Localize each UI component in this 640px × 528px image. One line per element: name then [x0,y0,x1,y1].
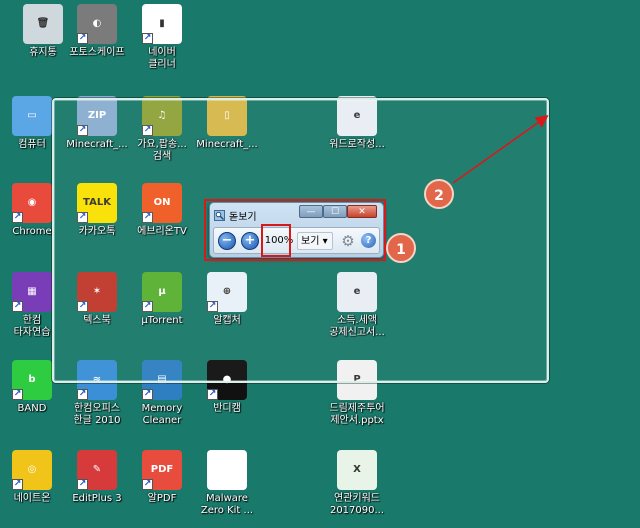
minimize-button[interactable]: — [299,205,323,218]
shortcut-arrow-icon: ↗ [12,212,23,223]
desktop-icon-alpdf[interactable]: PDF ↗ 알PDF [126,450,198,505]
gear-icon[interactable]: ⚙ [340,233,356,249]
magnifier-window[interactable]: 돋보기 — ☐ ✕ − + 100% 보기 ▾ ⚙ ? [209,202,384,258]
alpdf-icon: PDF ↗ [142,450,182,490]
desktop-icon-label: 연관키워드 2017090... [329,493,385,516]
shortcut-arrow-icon: ↗ [12,389,23,400]
desktop-icon-malware-zero[interactable]: Malware Zero Kit ... [191,450,263,517]
zoom-out-button[interactable]: − [218,232,236,250]
help-icon[interactable]: ? [361,233,376,248]
computer-icon: ▭ [12,96,52,136]
annotation-badge-2: 2 [424,179,454,209]
fotoscape-icon: ◐ ↗ [77,4,117,44]
desktop-icon-label: 반디캠 [213,403,241,414]
desktop-icon-label: 알PDF [147,493,177,504]
shortcut-arrow-icon: ↗ [77,389,88,400]
desktop-icon-editplus[interactable]: ✎ ↗ EditPlus 3 [61,450,133,505]
desktop-icon-label: Memory Cleaner [141,403,183,426]
band-icon: b ↗ [12,360,52,400]
desktop-icon-label: 네이트온 [13,493,51,504]
zoom-level-value: 100% [264,235,294,246]
keyword-xlsx-icon: X [337,450,377,490]
shortcut-arrow-icon: ↗ [12,301,23,312]
shortcut-arrow-icon: ↗ [142,33,153,44]
desktop-icon-label: BAND [17,403,47,414]
desktop-icon-label: 네이버 클리너 [148,47,176,70]
magnifier-toolbar: − + 100% 보기 ▾ ⚙ ? [213,227,380,254]
desktop-icon-label: Malware Zero Kit ... [200,493,254,516]
recycle-bin-icon: 🗑 [23,4,63,44]
shortcut-arrow-icon: ↗ [207,389,218,400]
shortcut-arrow-icon: ↗ [77,479,88,490]
close-button[interactable]: ✕ [347,205,377,218]
desktop-icon-label: EditPlus 3 [72,493,122,504]
view-dropdown-button[interactable]: 보기 ▾ [297,232,333,250]
desktop-icon-label: 한컴오피스 한글 2010 [73,403,121,426]
desktop-icon-fotoscape[interactable]: ◐ ↗ 포토스케이프 [61,4,133,59]
malware-zero-icon [207,450,247,490]
shortcut-arrow-icon: ↗ [142,479,153,490]
desktop-icon-label: 드림제주투어 제안서.pptx [329,403,385,426]
nateon-icon: ◎ ↗ [12,450,52,490]
desktop-icon-keyword-xlsx[interactable]: X 연관키워드 2017090... [321,450,393,517]
annotation-badge-1: 1 [386,233,416,263]
magnifier-title: 돋보기 [229,211,257,223]
zoom-in-button[interactable]: + [241,232,259,250]
shortcut-arrow-icon: ↗ [77,33,88,44]
magnifier-app-icon [214,209,225,221]
naver-cleaner-icon: ▮ ↗ [142,4,182,44]
chrome-icon: ◉ ↗ [12,183,52,223]
desktop-icon-naver-cleaner[interactable]: ▮ ↗ 네이버 클리너 [126,4,198,71]
shortcut-arrow-icon: ↗ [12,479,23,490]
hancom-typing-icon: ▦ ↗ [12,272,52,312]
maximize-button[interactable]: ☐ [323,205,347,218]
desktop-icon-label: 포토스케이프 [69,47,125,58]
shortcut-arrow-icon: ↗ [142,389,153,400]
editplus-icon: ✎ ↗ [77,450,117,490]
desktop-icon-nateon[interactable]: ◎ ↗ 네이트온 [0,450,68,505]
